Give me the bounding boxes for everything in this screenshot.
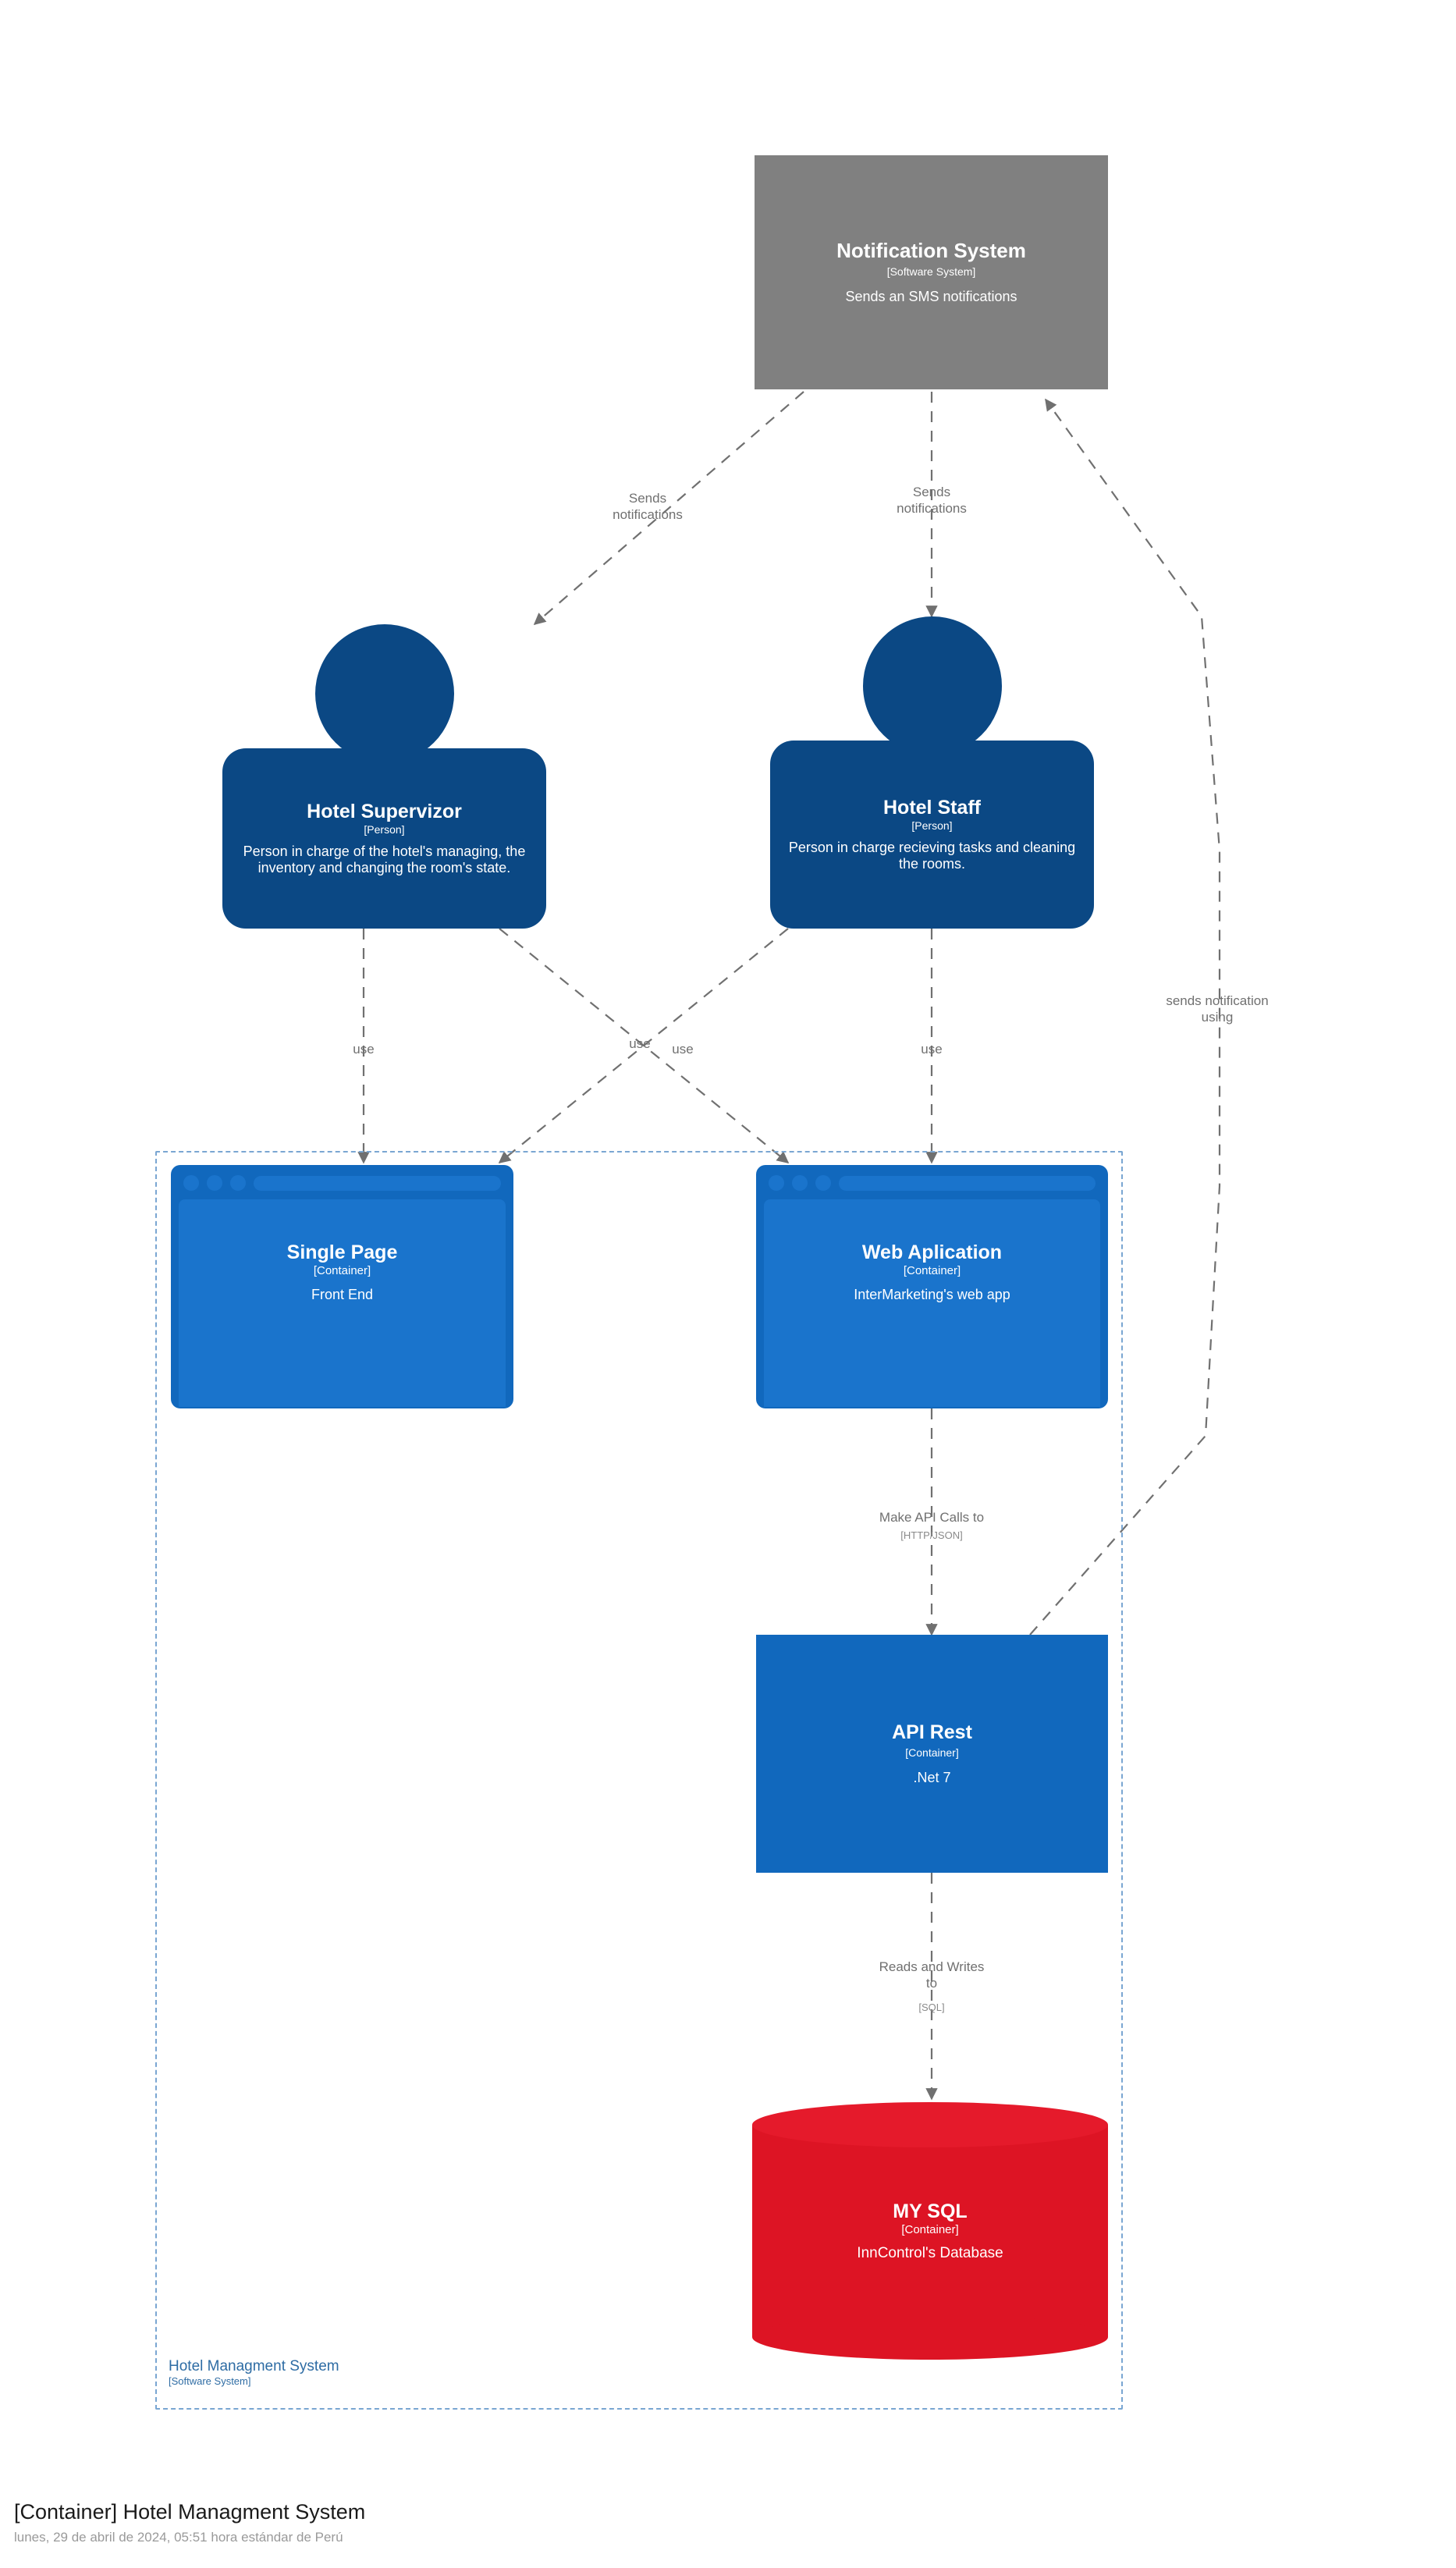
person-head-icon bbox=[862, 616, 1002, 755]
node-single-page[interactable]: Single Page [Container] Front End bbox=[171, 1165, 513, 1408]
node-web-aplication-description: InterMarketing's web app bbox=[854, 1287, 1010, 1302]
diagram-caption-timestamp: lunes, 29 de abril de 2024, 05:51 hora e… bbox=[14, 2530, 343, 2545]
browser-dot-icon bbox=[183, 1175, 199, 1191]
system-boundary-name: Hotel Managment System bbox=[169, 2358, 339, 2374]
diagram-canvas: Hotel Managment System [Software System]… bbox=[0, 0, 1456, 2568]
diagram-caption-title: [Container] Hotel Managment System bbox=[14, 2500, 366, 2524]
node-hotel-supervizor-type: [Person] bbox=[364, 823, 405, 836]
node-hotel-staff-type: [Person] bbox=[911, 819, 953, 832]
browser-dot-icon bbox=[792, 1175, 808, 1191]
edge-label-web-aplication-to-api: Make API Calls to bbox=[879, 1510, 985, 1525]
node-single-page-type: [Container] bbox=[313, 1264, 371, 1277]
person-head-icon bbox=[314, 624, 454, 763]
node-hotel-staff-description: Person in charge recieving tasks and cle… bbox=[788, 840, 1076, 872]
browser-address-bar bbox=[839, 1175, 1096, 1191]
edge-label-api-to-mysql: Reads and Writes to bbox=[879, 1959, 985, 1991]
node-hotel-supervizor[interactable]: Hotel Supervizor [Person] Person in char… bbox=[222, 624, 546, 929]
browser-chrome bbox=[764, 1173, 1100, 1193]
node-my-sql-description: InnControl's Database bbox=[857, 2244, 1003, 2261]
node-my-sql-type: [Container] bbox=[901, 2222, 959, 2236]
browser-dot-icon bbox=[207, 1175, 222, 1191]
node-my-sql-title: MY SQL bbox=[893, 2200, 968, 2222]
diagram-caption: [Container] Hotel Managment System lunes… bbox=[14, 2499, 794, 2546]
edge-tech-api-to-mysql: [SQL] bbox=[918, 2001, 945, 2013]
node-hotel-staff[interactable]: Hotel Staff [Person] Person in charge re… bbox=[770, 616, 1094, 929]
node-my-sql[interactable]: MY SQL [Container] InnControl's Database bbox=[752, 2102, 1108, 2360]
node-api-rest[interactable]: API Rest [Container] .Net 7 bbox=[756, 1635, 1108, 1873]
edge-label-notification-to-staff: Sends notifications bbox=[897, 485, 967, 517]
browser-address-bar bbox=[254, 1175, 501, 1191]
node-web-aplication[interactable]: Web Aplication [Container] InterMarketin… bbox=[756, 1165, 1108, 1408]
node-api-rest-title: API Rest bbox=[892, 1721, 972, 1743]
node-api-rest-type: [Container] bbox=[905, 1746, 959, 1759]
node-web-aplication-screen: Web Aplication [Container] InterMarketin… bbox=[764, 1199, 1100, 1407]
browser-dot-icon bbox=[769, 1175, 784, 1191]
node-api-rest-description: .Net 7 bbox=[913, 1769, 951, 1785]
edge-label-supervizor-to-web-aplication: use bbox=[629, 1036, 651, 1051]
node-hotel-staff-body: Hotel Staff [Person] Person in charge re… bbox=[770, 741, 1094, 929]
node-single-page-screen: Single Page [Container] Front End bbox=[179, 1199, 506, 1407]
node-single-page-description: Front End bbox=[311, 1287, 374, 1302]
node-my-sql-text: MY SQL [Container] InnControl's Database bbox=[752, 2102, 1108, 2360]
node-single-page-title: Single Page bbox=[286, 1241, 398, 1263]
node-hotel-supervizor-title: Hotel Supervizor bbox=[307, 801, 462, 822]
node-hotel-supervizor-body: Hotel Supervizor [Person] Person in char… bbox=[222, 748, 546, 929]
edge-label-staff-to-single-page: use bbox=[672, 1042, 694, 1057]
system-boundary-label: Hotel Managment System [Software System] bbox=[169, 2358, 496, 2387]
node-notification-system-type: [Software System] bbox=[886, 265, 976, 278]
node-web-aplication-type: [Container] bbox=[903, 1264, 961, 1277]
edge-label-staff-to-web-aplication: use bbox=[921, 1042, 943, 1057]
browser-dot-icon bbox=[815, 1175, 831, 1191]
node-hotel-staff-title: Hotel Staff bbox=[883, 797, 981, 819]
system-boundary-type: [Software System] bbox=[169, 2374, 251, 2387]
node-web-aplication-title: Web Aplication bbox=[861, 1241, 1003, 1263]
node-hotel-supervizor-description: Person in charge of the hotel's managing… bbox=[243, 844, 526, 876]
browser-chrome bbox=[179, 1173, 506, 1193]
node-notification-system[interactable]: Notification System [Software System] Se… bbox=[755, 155, 1108, 389]
edge-label-supervizor-to-single-page: use bbox=[353, 1042, 375, 1057]
edge-label-api-to-notification: sends notification using bbox=[1166, 993, 1269, 1025]
node-notification-system-title: Notification System bbox=[836, 238, 1026, 262]
browser-dot-icon bbox=[230, 1175, 246, 1191]
edge-label-notification-to-supervizor: Sends notifications bbox=[613, 491, 683, 523]
edge-tech-web-aplication-to-api: [HTTP/JSON] bbox=[900, 1529, 963, 1541]
node-notification-system-description: Sends an SMS notifications bbox=[845, 288, 1017, 304]
